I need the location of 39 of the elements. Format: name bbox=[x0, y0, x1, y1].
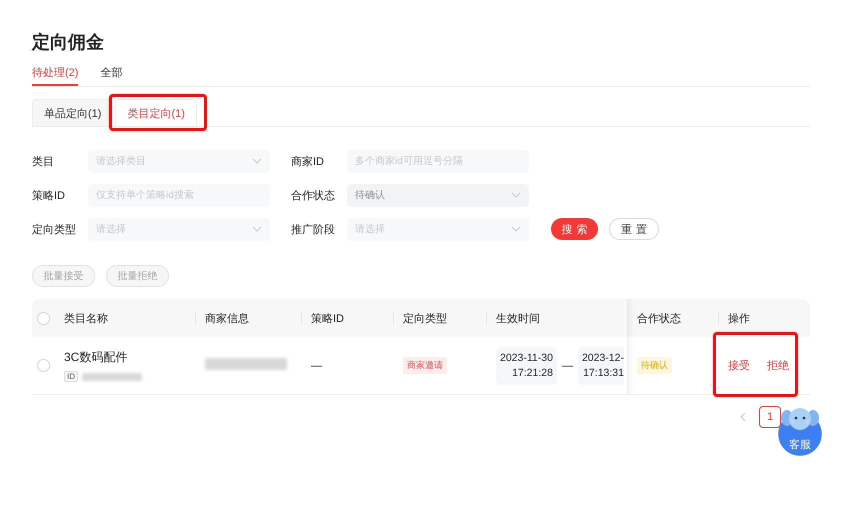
column-header: 操作 bbox=[728, 312, 750, 324]
search-button[interactable]: 搜索 bbox=[551, 218, 598, 240]
filter-label: 定向类型 bbox=[32, 222, 77, 236]
checkbox[interactable] bbox=[37, 359, 50, 372]
id-tag: ID bbox=[64, 371, 78, 382]
status-tab[interactable]: 全部 bbox=[100, 61, 122, 86]
column-header: 类目名称 bbox=[64, 312, 108, 324]
column-header: 合作状态 bbox=[637, 312, 681, 324]
range-separator: — bbox=[562, 360, 573, 372]
chevron-down-icon bbox=[511, 192, 521, 198]
filter-label: 商家ID bbox=[291, 154, 325, 168]
action-link[interactable]: 接受 bbox=[728, 360, 750, 372]
date-time: 2023-12- 17:13:31 bbox=[578, 346, 624, 384]
table-cell: — bbox=[311, 360, 322, 372]
category-tab[interactable]: 类目定向(1) bbox=[115, 99, 197, 126]
type-tag: 商家邀请 bbox=[403, 357, 447, 374]
filter-label: 类目 bbox=[32, 154, 55, 168]
date-time: 2023-11-30 17:21:28 bbox=[496, 346, 557, 384]
chevron-down-icon bbox=[252, 226, 262, 232]
column-header: 生效时间 bbox=[496, 312, 540, 324]
status-tag: 待确认 bbox=[637, 357, 672, 374]
chevron-down-icon bbox=[511, 226, 521, 232]
filter-label: 策略ID bbox=[32, 188, 66, 202]
page-button[interactable]: 1 bbox=[759, 406, 781, 428]
customer-service-button[interactable]: 客服 bbox=[778, 407, 822, 456]
checkbox[interactable] bbox=[37, 312, 50, 324]
elephant-icon bbox=[781, 407, 819, 431]
column-header: 商家信息 bbox=[205, 312, 249, 324]
page-title: 定向佣金 bbox=[32, 31, 105, 54]
status-tab[interactable]: 待处理(2) bbox=[32, 61, 78, 86]
reset-button[interactable]: 重置 bbox=[609, 218, 659, 240]
filter-label: 推广阶段 bbox=[291, 222, 336, 236]
action-link[interactable]: 拒绝 bbox=[767, 360, 789, 372]
redaction-mark bbox=[82, 372, 142, 380]
chevron-down-icon bbox=[252, 158, 262, 164]
column-header: 定向类型 bbox=[403, 312, 447, 324]
column-header: 策略ID bbox=[311, 312, 344, 324]
filter-label: 合作状态 bbox=[291, 188, 336, 202]
category-name: 3C数码配件 bbox=[64, 349, 128, 366]
